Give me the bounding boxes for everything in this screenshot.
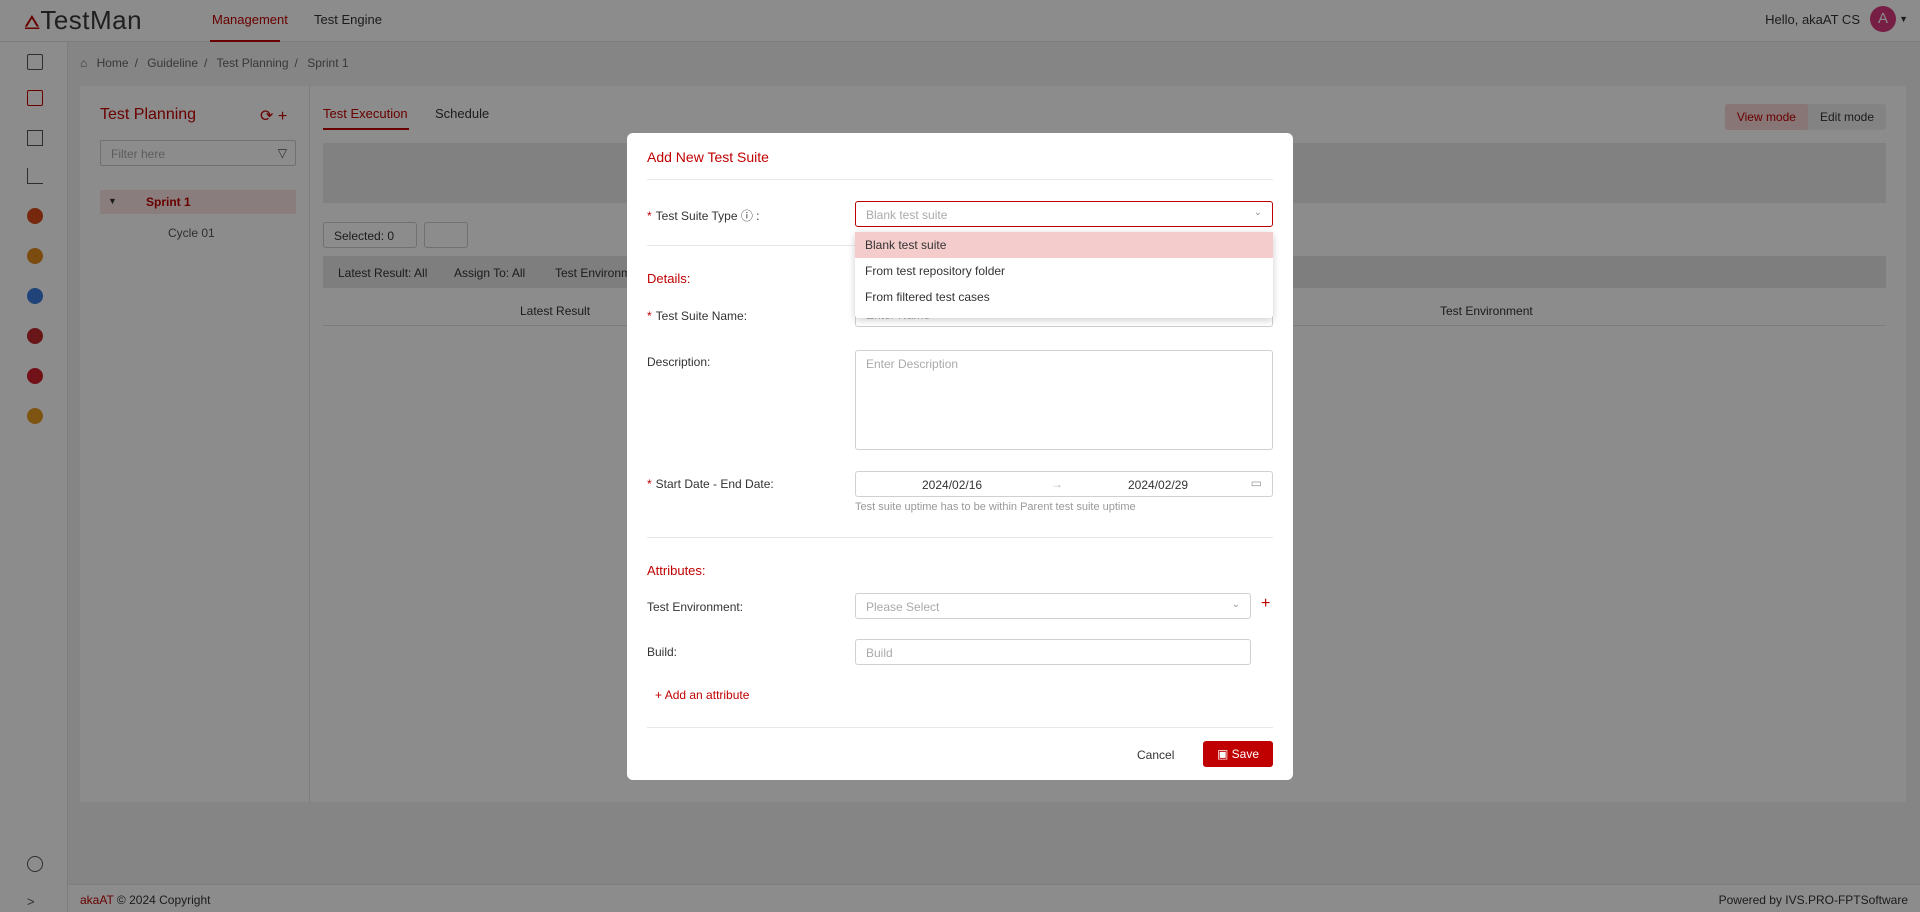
option-blank[interactable]: Blank test suite bbox=[855, 232, 1273, 258]
divider bbox=[647, 179, 1273, 180]
type-label: * Test Suite Type ⓘ : bbox=[647, 209, 760, 223]
divider bbox=[647, 727, 1273, 728]
description-field[interactable]: Enter Description bbox=[855, 350, 1273, 450]
env-select[interactable]: Please Select ⌄ bbox=[855, 593, 1251, 619]
description-label: Description: bbox=[647, 355, 711, 369]
type-dropdown: Blank test suite From test repository fo… bbox=[855, 232, 1273, 318]
type-select[interactable]: Blank test suite ⌄ bbox=[855, 201, 1273, 227]
divider bbox=[647, 537, 1273, 538]
add-env-icon[interactable]: + bbox=[1261, 595, 1270, 613]
attributes-heading: Attributes: bbox=[647, 563, 706, 578]
option-filtered-cases[interactable]: From filtered test cases bbox=[855, 284, 1273, 310]
arrow-right-icon: → bbox=[1051, 477, 1063, 491]
option-repository-folder[interactable]: From test repository folder bbox=[855, 258, 1273, 284]
cancel-button[interactable]: Cancel bbox=[1137, 748, 1174, 762]
date-range-picker[interactable]: 2024/02/16 → 2024/02/29 ▭ bbox=[855, 471, 1273, 497]
env-label: Test Environment: bbox=[647, 600, 744, 614]
save-icon: ▣ bbox=[1217, 747, 1232, 761]
add-attribute-button[interactable]: + Add an attribute bbox=[655, 688, 749, 702]
modal-title: Add New Test Suite bbox=[647, 149, 769, 165]
build-field[interactable]: Build bbox=[855, 639, 1251, 665]
start-date[interactable]: 2024/02/16 bbox=[922, 478, 982, 492]
date-label: * Start Date - End Date: bbox=[647, 477, 774, 491]
chevron-down-icon: ⌄ bbox=[1231, 599, 1240, 610]
save-button[interactable]: ▣ Save bbox=[1203, 741, 1273, 767]
build-label: Build: bbox=[647, 645, 678, 659]
calendar-icon[interactable]: ▭ bbox=[1251, 476, 1262, 490]
plus-icon: + bbox=[655, 688, 665, 702]
name-label: * Test Suite Name: bbox=[647, 309, 748, 323]
end-date[interactable]: 2024/02/29 bbox=[1128, 478, 1188, 492]
add-test-suite-modal: Add New Test Suite * Test Suite Type ⓘ : … bbox=[627, 133, 1293, 780]
details-heading: Details: bbox=[647, 271, 691, 286]
chevron-down-icon: ⌄ bbox=[1253, 207, 1262, 218]
date-hint: Test suite uptime has to be within Paren… bbox=[855, 501, 1136, 513]
